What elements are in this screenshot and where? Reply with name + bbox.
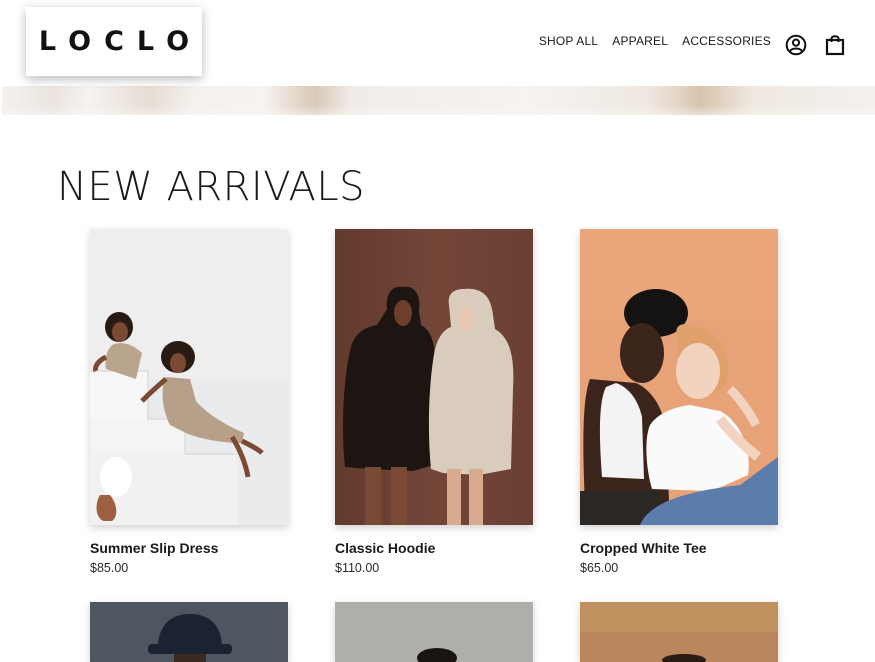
cart-button[interactable] xyxy=(823,33,847,57)
product-name[interactable]: Summer Slip Dress xyxy=(90,540,288,556)
user-circle-icon xyxy=(785,34,807,56)
tan-backdrop-photo[interactable] xyxy=(580,602,778,662)
product-card[interactable] xyxy=(580,602,778,662)
account-button[interactable] xyxy=(784,33,808,57)
nav-shop-all[interactable]: SHOP ALL xyxy=(539,34,598,48)
product-name[interactable]: Classic Hoodie xyxy=(335,540,533,556)
nav-apparel[interactable]: APPAREL xyxy=(612,34,668,48)
cropped-white-tee-photo[interactable] xyxy=(580,229,778,525)
grey-backdrop-photo[interactable] xyxy=(335,602,533,662)
nav-accessories[interactable]: ACCESSORIES xyxy=(682,34,771,48)
logo-text: LOCLO xyxy=(38,26,203,57)
product-card[interactable] xyxy=(335,602,533,662)
main-nav: SHOP ALL APPAREL ACCESSORIES xyxy=(539,34,771,48)
product-card[interactable]: Summer Slip Dress $85.00 xyxy=(90,229,288,575)
product-price: $65.00 xyxy=(580,561,619,575)
shopping-bag-icon xyxy=(825,35,845,56)
hero-banner-strip xyxy=(2,86,875,115)
product-price: $110.00 xyxy=(335,561,380,575)
product-card[interactable] xyxy=(90,602,288,662)
summer-slip-dress-photo[interactable] xyxy=(90,229,288,525)
classic-hoodie-photo[interactable] xyxy=(335,229,533,525)
product-card[interactable]: Classic Hoodie $110.00 xyxy=(335,229,533,575)
bucket-hat-photo[interactable] xyxy=(90,602,288,662)
product-name[interactable]: Cropped White Tee xyxy=(580,540,778,556)
product-card[interactable]: Cropped White Tee $65.00 xyxy=(580,229,778,575)
site-header: LOCLO SHOP ALL APPAREL ACCESSORIES xyxy=(0,0,875,86)
product-price: $85.00 xyxy=(90,561,129,575)
section-title: NEW ARRIVALS xyxy=(57,164,366,210)
logo[interactable]: LOCLO xyxy=(26,7,202,76)
